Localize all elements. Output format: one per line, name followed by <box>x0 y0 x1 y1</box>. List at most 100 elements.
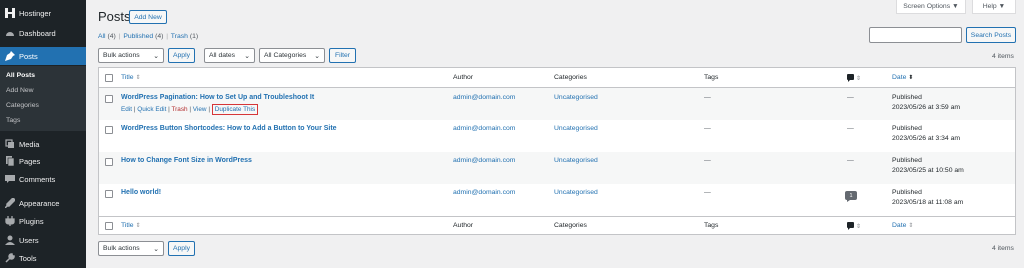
categories-filter-select[interactable]: All Categories ⌄ <box>259 48 325 63</box>
sidebar-item-label: Media <box>19 139 40 149</box>
page-title: Posts <box>98 9 131 24</box>
column-title-footer[interactable]: Title ⇕ <box>121 222 141 229</box>
post-title-link[interactable]: How to Change Font Size in WordPress <box>121 157 252 164</box>
add-new-button[interactable]: Add New <box>129 10 167 24</box>
post-tags: — <box>704 157 711 164</box>
sort-icon: ⇕ <box>855 76 861 82</box>
post-category-link[interactable]: Uncategorised <box>554 125 598 132</box>
column-categories-header: Categories <box>554 74 587 81</box>
post-author-link[interactable]: admin@domain.com <box>453 94 515 101</box>
dates-filter-select[interactable]: All dates ⌄ <box>204 48 255 63</box>
submenu-item-add-new[interactable]: Add New <box>6 87 34 94</box>
users-icon <box>4 235 15 246</box>
post-title-link[interactable]: Hello world! <box>121 189 161 196</box>
site-name-label: Hostinger <box>19 8 52 18</box>
comment-icon <box>847 74 854 82</box>
sort-icon: ⇕ <box>908 223 914 229</box>
posts-table: Title ⇕ Author Categories Tags ⇕ Date ⬍ … <box>98 67 1016 235</box>
row-checkbox[interactable] <box>105 95 113 103</box>
column-date-header[interactable]: Date ⬍ <box>892 74 913 81</box>
screen-options-button[interactable]: Screen Options ▼ <box>896 0 966 14</box>
apply-button-bottom[interactable]: Apply <box>168 241 195 256</box>
filter-button[interactable]: Filter <box>329 48 356 63</box>
table-row: WordPress Pagination: How to Set Up and … <box>99 88 1015 120</box>
sidebar-item-dashboard[interactable]: Dashboard <box>0 24 86 42</box>
sidebar-item-pages[interactable]: Pages <box>0 152 86 170</box>
duplicate-this-link[interactable]: Duplicate This <box>211 104 259 115</box>
post-category-link[interactable]: Uncategorised <box>554 157 598 164</box>
sidebar-item-media[interactable]: Media <box>0 135 86 153</box>
post-tags: — <box>704 94 711 101</box>
select-all-checkbox-footer[interactable] <box>105 222 113 230</box>
submenu-item-categories[interactable]: Categories <box>6 102 39 109</box>
comments-icon <box>4 174 15 185</box>
bulk-actions-select[interactable]: Bulk actions ⌄ <box>98 48 164 63</box>
quick-edit-link[interactable]: Quick Edit <box>137 106 166 113</box>
sidebar-item-label: Posts <box>19 51 38 61</box>
admin-sidebar: Hostinger Dashboard Posts All Posts Add … <box>0 0 86 268</box>
sidebar-item-comments[interactable]: Comments <box>0 170 86 188</box>
post-title-link[interactable]: WordPress Pagination: How to Set Up and … <box>121 94 314 101</box>
column-title-header[interactable]: Title ⇕ <box>121 74 141 81</box>
post-author-link[interactable]: admin@domain.com <box>453 125 515 132</box>
post-category-link[interactable]: Uncategorised <box>554 189 598 196</box>
column-tags-footer: Tags <box>704 222 719 229</box>
post-author-link[interactable]: admin@domain.com <box>453 189 515 196</box>
trash-link[interactable]: Trash <box>171 106 187 113</box>
column-tags-header: Tags <box>704 74 719 81</box>
view-trash-link[interactable]: Trash (1) <box>171 33 198 40</box>
sidebar-item-label: Comments <box>19 174 56 184</box>
submenu-item-all-posts[interactable]: All Posts <box>6 72 35 79</box>
media-icon <box>4 139 15 150</box>
search-input[interactable] <box>869 27 962 43</box>
sidebar-site-name[interactable]: Hostinger <box>0 4 86 22</box>
table-footer: Title ⇕ Author Categories Tags ⇕ Date ⇕ <box>99 216 1015 236</box>
row-checkbox[interactable] <box>105 158 113 166</box>
post-status: Published <box>892 125 922 132</box>
select-all-checkbox[interactable] <box>105 74 113 82</box>
post-comments: — <box>847 94 854 101</box>
sidebar-item-plugins[interactable]: Plugins <box>0 212 86 230</box>
pin-icon <box>4 51 15 62</box>
search-posts-button[interactable]: Search Posts <box>966 27 1016 43</box>
post-author-link[interactable]: admin@domain.com <box>453 157 515 164</box>
sidebar-item-label: Users <box>19 235 39 245</box>
post-date: 2023/05/25 at 10:50 am <box>892 167 964 174</box>
post-comments[interactable]: 1 <box>845 191 857 202</box>
view-all-link[interactable]: All (4) <box>98 33 116 40</box>
post-comments: — <box>847 157 854 164</box>
sidebar-item-users[interactable]: Users <box>0 231 86 249</box>
chevron-down-icon: ⌄ <box>244 52 250 60</box>
column-author-footer: Author <box>453 222 474 229</box>
row-actions: Edit | Quick Edit | Trash | View | Dupli… <box>121 104 259 115</box>
help-button[interactable]: Help ▼ <box>972 0 1016 14</box>
column-author-header: Author <box>453 74 474 81</box>
row-checkbox[interactable] <box>105 190 113 198</box>
column-comments-footer[interactable]: ⇕ <box>847 222 861 230</box>
bulk-actions-value: Bulk actions <box>103 245 140 252</box>
sidebar-item-label: Appearance <box>19 198 60 208</box>
post-title-link[interactable]: WordPress Button Shortcodes: How to Add … <box>121 125 337 132</box>
post-date: 2023/05/26 at 3:34 am <box>892 135 961 142</box>
bulk-actions-select-bottom[interactable]: Bulk actions ⌄ <box>98 241 164 256</box>
column-comments-header[interactable]: ⇕ <box>847 74 861 82</box>
edit-link[interactable]: Edit <box>121 106 132 113</box>
table-row: WordPress Button Shortcodes: How to Add … <box>99 120 1015 152</box>
sidebar-item-tools[interactable]: Tools <box>0 249 86 267</box>
sort-icon: ⇕ <box>855 224 861 230</box>
column-date-footer[interactable]: Date ⇕ <box>892 222 913 229</box>
view-published-link[interactable]: Published (4) <box>123 33 163 40</box>
submenu-item-tags[interactable]: Tags <box>6 117 20 124</box>
post-date: 2023/05/18 at 11:08 am <box>892 199 964 206</box>
post-status: Published <box>892 189 922 196</box>
apply-button[interactable]: Apply <box>168 48 195 63</box>
sort-desc-icon: ⬍ <box>908 75 914 81</box>
view-link[interactable]: View <box>193 106 207 113</box>
sidebar-item-posts[interactable]: Posts <box>0 47 86 65</box>
sidebar-item-appearance[interactable]: Appearance <box>0 194 86 212</box>
post-status-views: All (4) | Published (4) | Trash (1) <box>98 33 199 40</box>
post-date: 2023/05/26 at 3:59 am <box>892 104 961 111</box>
sort-icon: ⇕ <box>135 223 141 229</box>
post-category-link[interactable]: Uncategorised <box>554 94 598 101</box>
row-checkbox[interactable] <box>105 126 113 134</box>
